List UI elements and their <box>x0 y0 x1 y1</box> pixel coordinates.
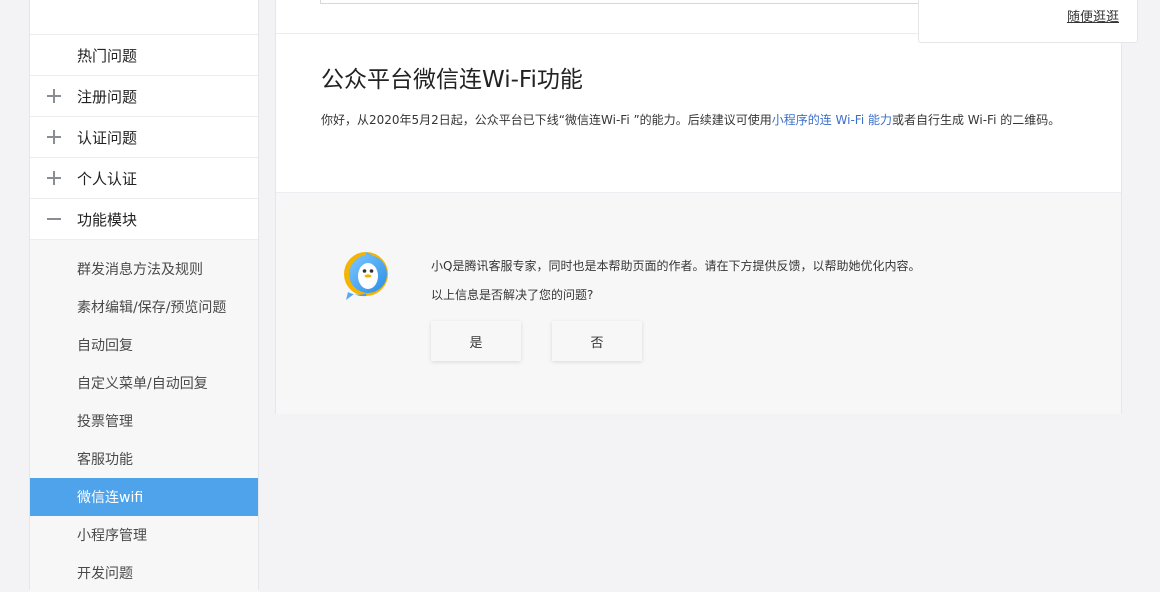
sidebar-item-label: 热门问题 <box>77 46 138 65</box>
plus-icon <box>47 89 61 103</box>
page-title: 公众平台微信连Wi-Fi功能 <box>321 67 583 93</box>
sidebar-item-4[interactable]: 功能模块 <box>30 199 258 240</box>
sidebar-item-label: 注册问题 <box>77 87 138 106</box>
feedback-author-text: 小Q是腾讯客服专家，同时也是本帮助页面的作者。请在下方提供反馈，以帮助她优化内容… <box>431 259 921 273</box>
no-button[interactable]: 否 <box>552 321 642 361</box>
sidebar-subitem-4[interactable]: 投票管理 <box>30 402 258 440</box>
sidebar-item-3[interactable]: 个人认证 <box>30 158 258 199</box>
search-box-edge <box>320 0 921 4</box>
yes-button[interactable]: 是 <box>431 321 521 361</box>
sidebar-item-label: 个人认证 <box>77 169 138 188</box>
plus-icon <box>47 130 61 144</box>
qq-penguin-icon <box>344 252 388 300</box>
article-card: 公众平台微信连Wi-Fi功能 你好，从2020年5月2日起，公众平台已下线“微信… <box>275 0 1122 414</box>
sidebar-item-label: 认证问题 <box>77 128 138 147</box>
sidebar-item-2[interactable]: 认证问题 <box>30 117 258 158</box>
sidebar-item-1[interactable]: 注册问题 <box>30 76 258 117</box>
plus-icon <box>47 171 61 185</box>
sidebar-item-label: 功能模块 <box>77 210 138 229</box>
sidebar-submenu: 群发消息方法及规则 素材编辑/保存/预览问题 自动回复 自定义菜单/自动回复 投票管理客… <box>30 240 258 592</box>
sidebar-subitem-6[interactable]: 微信连wifi <box>30 478 258 516</box>
intro-prefix: 你好，从2020年5月2日起，公众平台已下线“微信连Wi-Fi ”的能力。后续建… <box>321 113 772 127</box>
sidebar-subitem-7[interactable]: 小程序管理 <box>30 516 258 554</box>
intro-suffix: 或者自行生成 Wi-Fi 的二维码。 <box>891 113 1061 127</box>
minus-icon <box>47 212 61 226</box>
sidebar-top-spacer <box>30 0 258 35</box>
browse-popup: 随便逛逛 <box>918 0 1138 43</box>
sidebar-subitem-1[interactable]: 素材编辑/保存/预览问题 <box>30 288 258 326</box>
sidebar-subitem-3[interactable]: 自定义菜单/自动回复 <box>30 364 258 402</box>
browse-link[interactable]: 随便逛逛 <box>1067 6 1119 25</box>
mini-program-wifi-link[interactable]: 小程序的连 Wi-Fi 能力 <box>772 113 892 127</box>
sidebar-subitem-0[interactable]: 群发消息方法及规则 <box>30 250 258 288</box>
article-intro: 你好，从2020年5月2日起，公众平台已下线“微信连Wi-Fi ”的能力。后续建… <box>321 111 1060 128</box>
sidebar-subitem-5[interactable]: 客服功能 <box>30 440 258 478</box>
sidebar-subitem-2[interactable]: 自动回复 <box>30 326 258 364</box>
feedback-section: 小Q是腾讯客服专家，同时也是本帮助页面的作者。请在下方提供反馈，以帮助她优化内容… <box>276 192 1121 414</box>
sidebar: 热门问题注册问题认证问题个人认证功能模块 群发消息方法及规则 素材编辑/保存/预览… <box>29 0 259 592</box>
sidebar-item-0[interactable]: 热门问题 <box>30 35 258 76</box>
feedback-question: 以上信息是否解决了您的问题? <box>431 288 594 302</box>
sidebar-subitem-8[interactable]: 开发问题 <box>30 554 258 592</box>
